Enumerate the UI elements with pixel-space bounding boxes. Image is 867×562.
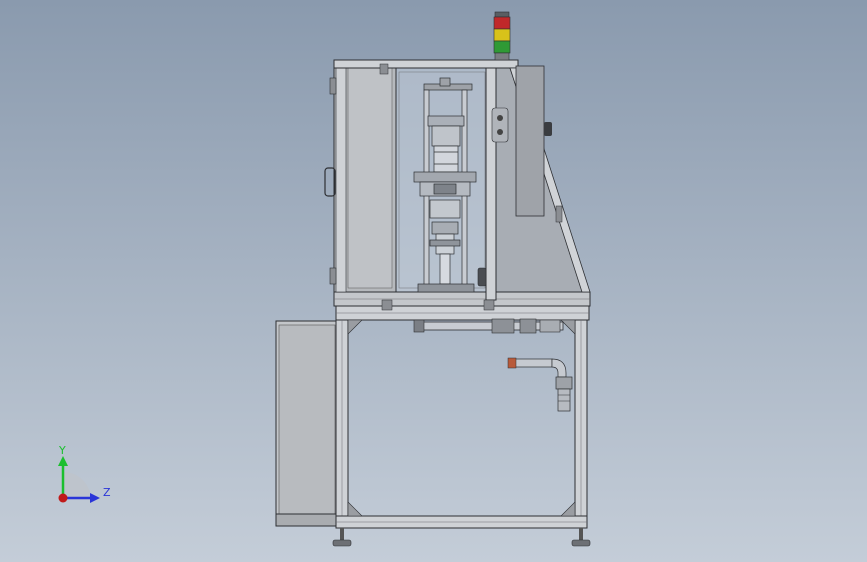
- cad-model[interactable]: Y Z: [0, 0, 867, 562]
- coordinate-triad: Y Z: [58, 444, 111, 503]
- x-axis-origin: [58, 493, 68, 503]
- pneumatic-piping: [413, 318, 573, 412]
- side-cabinet: [275, 320, 339, 527]
- stack-light-green: [493, 40, 511, 54]
- stack-light-red: [493, 16, 511, 30]
- z-axis-arrowhead: [90, 493, 100, 503]
- lower-stand-frame: [332, 305, 591, 547]
- cad-viewport[interactable]: Y Z: [0, 0, 867, 562]
- z-axis-label: Z: [103, 486, 111, 499]
- stack-light-yellow: [493, 28, 511, 42]
- y-axis-label: Y: [58, 444, 66, 457]
- y-axis-arrowhead: [58, 456, 68, 466]
- stack-light: [493, 11, 511, 61]
